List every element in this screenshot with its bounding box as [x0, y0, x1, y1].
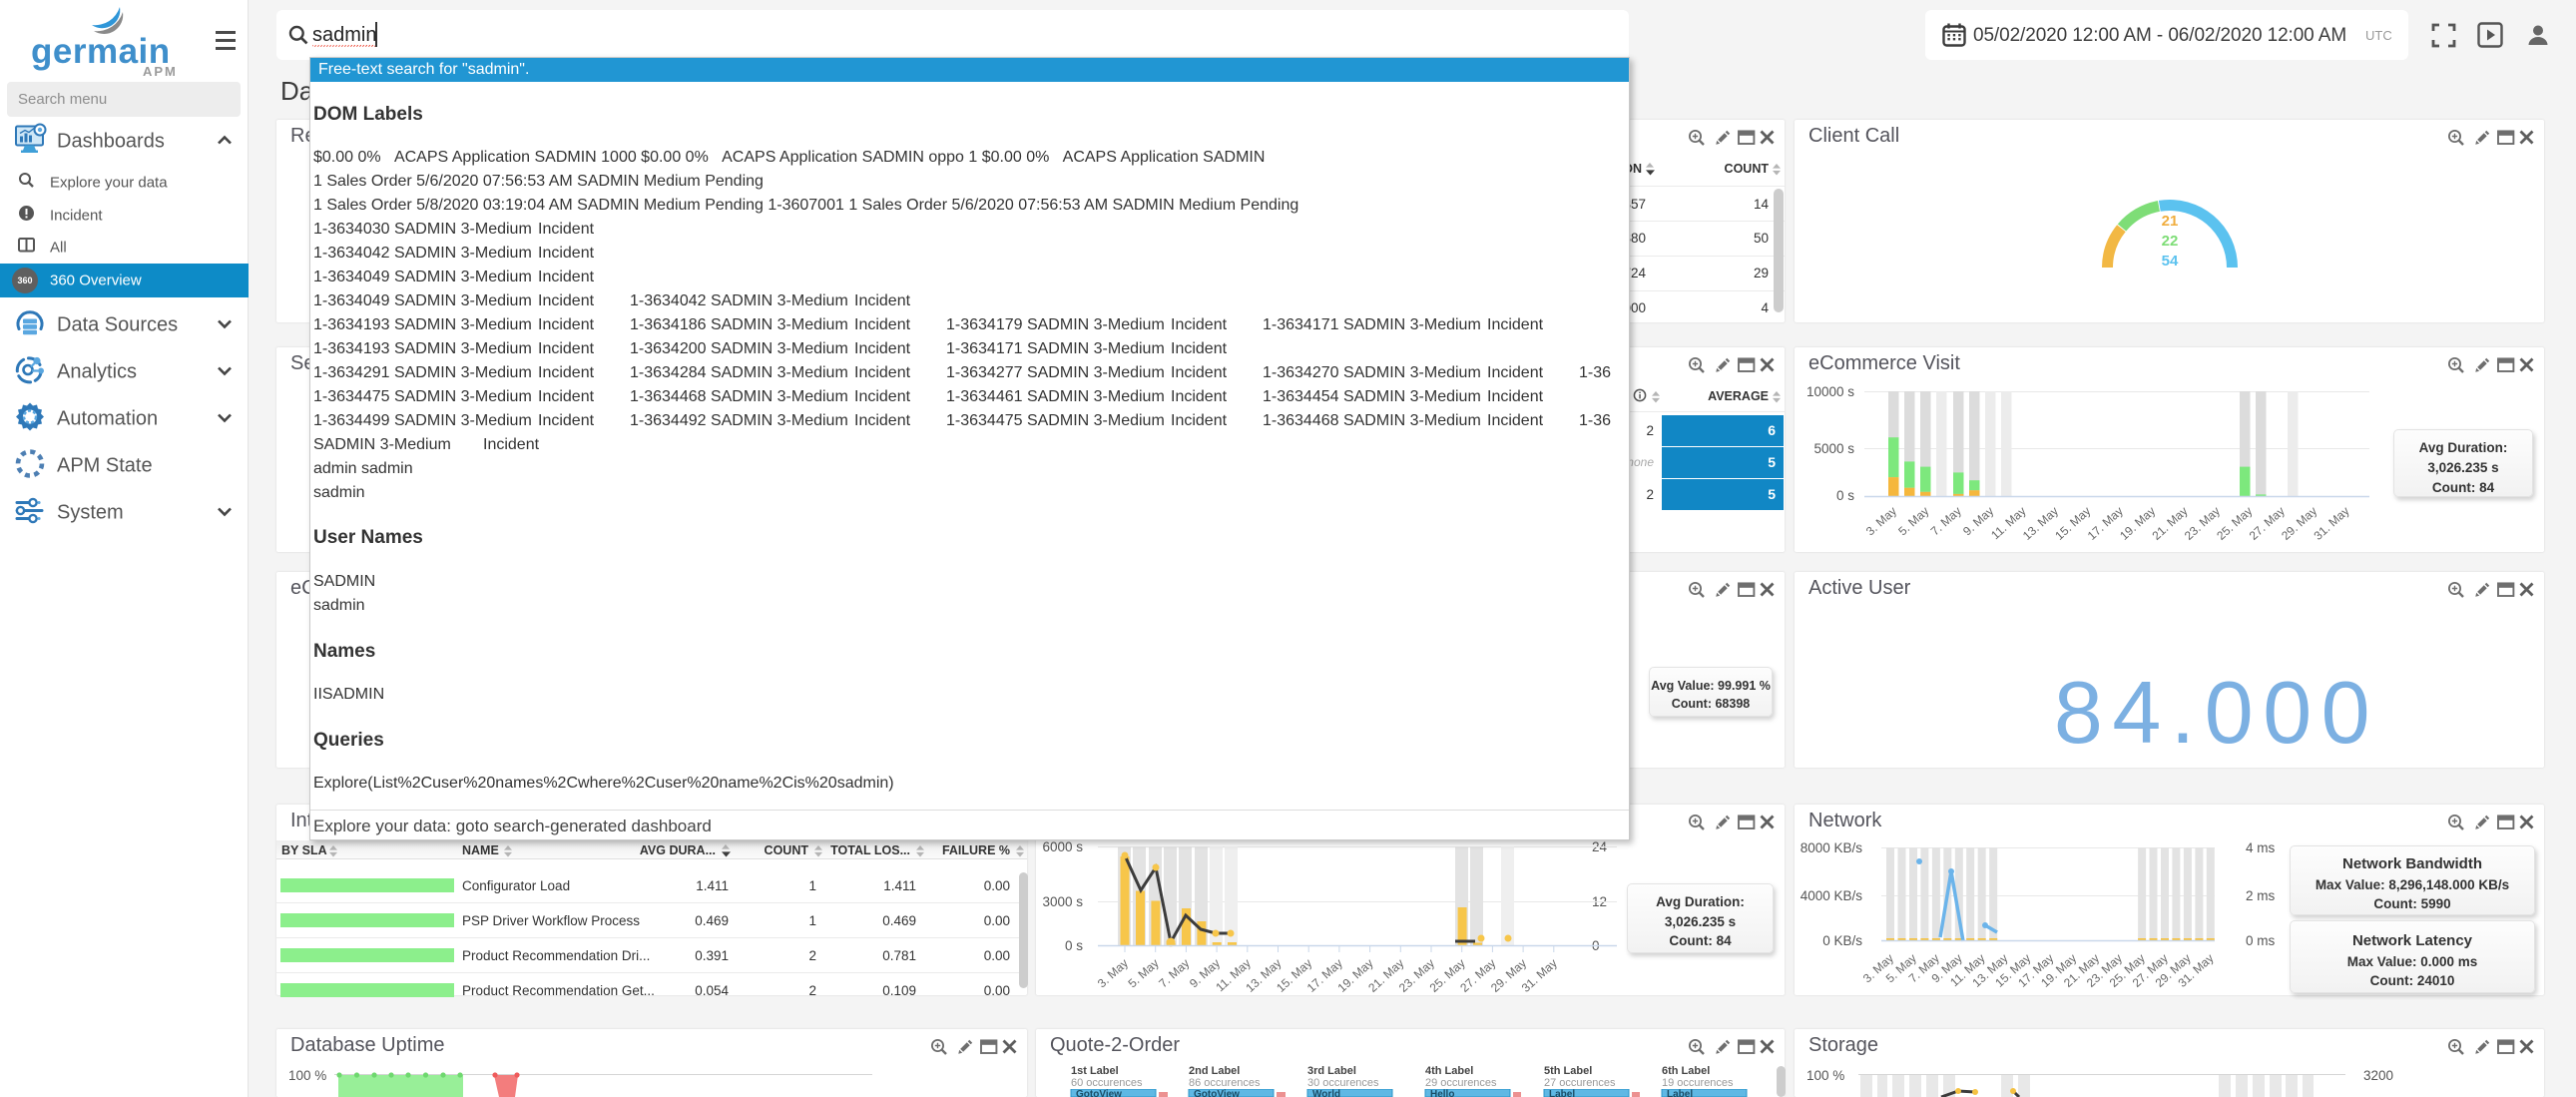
svg-text:0 s: 0 s [1065, 938, 1083, 953]
svg-text:3. May: 3. May [1095, 956, 1131, 991]
svg-text:8000 KB/s: 8000 KB/s [1801, 840, 1863, 855]
svg-text:13. May: 13. May [2020, 504, 2061, 543]
svg-text:100 %: 100 % [1806, 1068, 1844, 1083]
svg-text:23. May: 23. May [2182, 504, 2223, 543]
svg-text:GotoView: GotoView [1076, 1089, 1122, 1097]
svg-text:4000 KB/s: 4000 KB/s [1801, 888, 1863, 903]
svg-text:29. May: 29. May [2279, 504, 2319, 543]
svg-text:Label: Label [1549, 1089, 1575, 1097]
svg-text:5. May: 5. May [1895, 504, 1931, 539]
svg-text:3200: 3200 [2363, 1068, 2393, 1083]
svg-text:2 ms: 2 ms [2246, 888, 2276, 903]
svg-text:54: 54 [2162, 253, 2179, 270]
svg-text:0 s: 0 s [1836, 488, 1854, 503]
svg-text:27. May: 27. May [2247, 504, 2288, 543]
svg-text:GotoView: GotoView [1194, 1089, 1240, 1097]
svg-text:21. May: 21. May [2150, 504, 2191, 543]
svg-text:7. May: 7. May [1156, 956, 1192, 991]
svg-text:10000 s: 10000 s [1806, 384, 1854, 399]
svg-text:6000 s: 6000 s [1042, 839, 1083, 854]
svg-text:31. May: 31. May [2312, 504, 2352, 543]
svg-text:5000 s: 5000 s [1813, 441, 1854, 456]
svg-text:19. May: 19. May [2117, 504, 2158, 543]
svg-text:100 %: 100 % [288, 1068, 326, 1083]
svg-text:0 KB/s: 0 KB/s [1822, 933, 1862, 948]
svg-text:3. May: 3. May [1863, 504, 1899, 539]
svg-text:Label: Label [1667, 1089, 1693, 1097]
svg-text:17. May: 17. May [2085, 504, 2126, 543]
svg-text:22: 22 [2162, 233, 2179, 250]
svg-text:Hello: Hello [1430, 1089, 1454, 1097]
svg-text:4 ms: 4 ms [2246, 840, 2276, 855]
svg-text:25. May: 25. May [2214, 504, 2255, 543]
svg-text:15. May: 15. May [2052, 504, 2093, 543]
svg-text:0 ms: 0 ms [2246, 933, 2276, 948]
svg-text:World: World [1312, 1089, 1340, 1097]
svg-text:21: 21 [2162, 213, 2179, 230]
svg-text:5. May: 5. May [1126, 956, 1162, 991]
svg-text:7. May: 7. May [1928, 504, 1964, 539]
svg-text:3000 s: 3000 s [1042, 894, 1083, 909]
